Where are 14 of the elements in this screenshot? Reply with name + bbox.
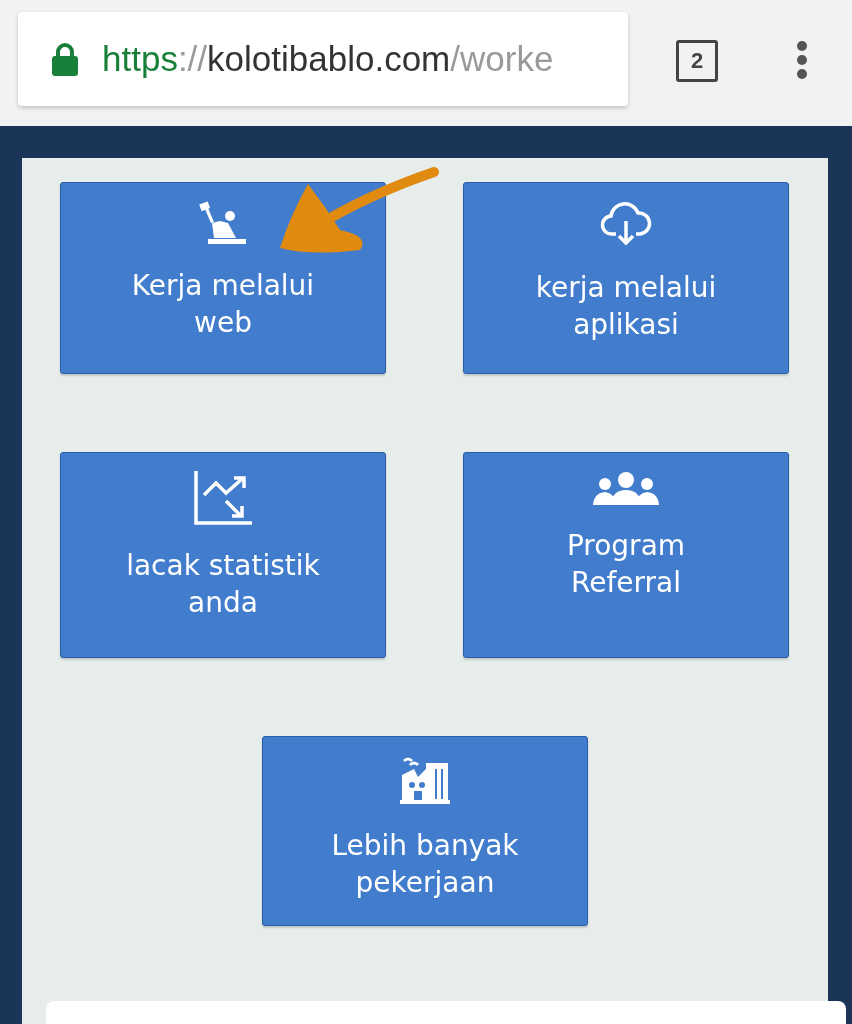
tab-count[interactable]: 2 (676, 40, 718, 82)
address-bar[interactable]: https://kolotibablo.com/worke (18, 12, 628, 106)
people-icon (593, 471, 659, 505)
menu-tile[interactable]: Program Referral (463, 452, 789, 658)
url-text: https://kolotibablo.com/worke (102, 39, 554, 79)
menu-tile[interactable]: Kerja melalui web (60, 182, 386, 374)
menu-tile[interactable]: Lebih banyak pekerjaan (262, 736, 588, 926)
menu-tile[interactable]: kerja melalui aplikasi (463, 182, 789, 374)
cloud-download-icon (600, 201, 652, 247)
more-menu-icon[interactable] (796, 40, 808, 80)
worker-icon (198, 201, 248, 245)
factory-icon (400, 755, 450, 805)
chart-icon (194, 471, 252, 525)
menu-tile[interactable]: lacak statistik anda (60, 452, 386, 658)
